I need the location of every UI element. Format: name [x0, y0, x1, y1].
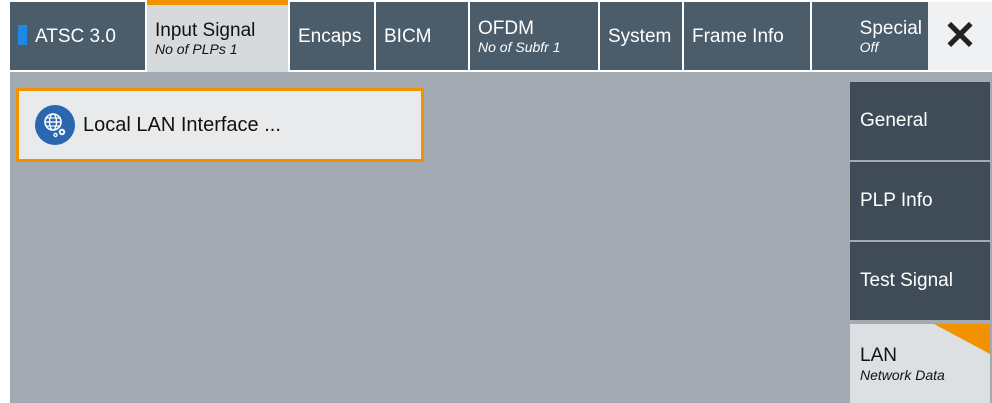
side-item-lan-sub: Network Data — [860, 366, 945, 383]
side-item-lan[interactable]: LAN Network Data — [850, 324, 990, 403]
tab-encaps-label: Encaps — [298, 25, 362, 47]
tab-atsc[interactable]: ATSC 3.0 — [10, 2, 145, 70]
tab-input-signal-label: Input Signal — [155, 20, 256, 41]
side-item-plp-info-label: PLP Info — [860, 190, 933, 211]
close-icon: ✕ — [943, 14, 977, 58]
side-item-general-label: General — [860, 110, 928, 131]
tab-system-label: System — [608, 25, 672, 47]
local-lan-interface-label: Local LAN Interface ... — [83, 113, 281, 136]
side-item-test-signal-label: Test Signal — [860, 270, 953, 291]
tab-special-sub: Off — [859, 38, 879, 55]
tab-ofdm[interactable]: OFDM No of Subfr 1 — [470, 2, 598, 70]
tab-atsc-label: ATSC 3.0 — [35, 25, 116, 47]
active-corner-marker — [934, 324, 990, 354]
indicator-icon — [18, 25, 27, 46]
tab-ofdm-sub: No of Subfr 1 — [478, 38, 561, 55]
side-item-test-signal[interactable]: Test Signal — [850, 242, 990, 320]
globe-gear-icon — [35, 105, 75, 145]
tab-ofdm-label: OFDM — [478, 17, 534, 39]
side-menu: General PLP Info Test Signal LAN Network… — [848, 72, 992, 403]
tab-special[interactable]: Special Off — [812, 2, 928, 70]
local-lan-interface-button[interactable]: Local LAN Interface ... — [16, 88, 424, 162]
side-item-plp-info[interactable]: PLP Info — [850, 162, 990, 240]
close-button[interactable]: ✕ — [928, 2, 992, 70]
tab-special-label: Special — [859, 17, 922, 39]
tab-bar: ATSC 3.0 Input Signal No of PLPs 1 Encap… — [10, 0, 992, 72]
tab-frame-info-label: Frame Info — [692, 25, 784, 47]
tab-frame-info[interactable]: Frame Info — [684, 2, 810, 70]
tab-encaps[interactable]: Encaps — [290, 2, 374, 70]
tab-bicm[interactable]: BICM — [376, 2, 468, 70]
tab-input-signal[interactable]: Input Signal No of PLPs 1 — [147, 0, 288, 72]
tab-bicm-label: BICM — [384, 25, 432, 47]
main-panel: Local LAN Interface ... — [10, 72, 848, 403]
tab-system[interactable]: System — [600, 2, 682, 70]
side-item-general[interactable]: General — [850, 82, 990, 160]
tab-input-signal-sub: No of PLPs 1 — [155, 41, 238, 57]
